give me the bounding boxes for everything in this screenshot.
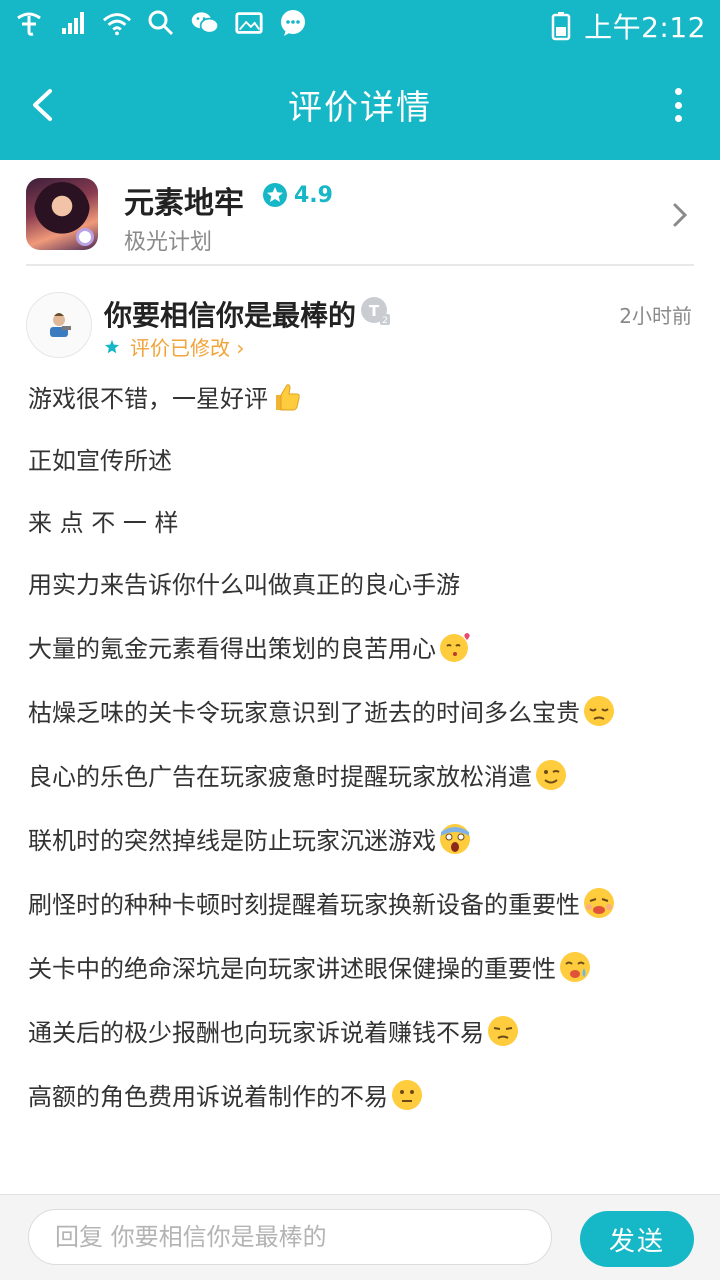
winking-emoji-icon bbox=[534, 758, 568, 792]
review-line: 高额的角色费用诉说着制作的不易 bbox=[28, 1078, 698, 1114]
game-badge-icon bbox=[76, 228, 94, 246]
review-line-text: 枯燥乏味的关卡令玩家意识到了逝去的时间多么宝贵 bbox=[28, 699, 580, 727]
review-line: 大量的氪金元素看得出策划的良苦用心 bbox=[28, 630, 698, 666]
review-line-text: 关卡中的绝命深坑是向玩家讲述眼保健操的重要性 bbox=[28, 955, 556, 983]
review-line-text: 正如宣传所述 bbox=[28, 447, 172, 475]
review-header: 你要相信你是最棒的 T2 2小时前 评价已修改 › bbox=[0, 266, 720, 366]
signal-icon bbox=[58, 8, 88, 38]
review-line-text: 联机时的突然掉线是防止玩家沉迷游戏 bbox=[28, 827, 436, 855]
search-icon bbox=[146, 8, 176, 38]
review-line: 通关后的极少报酬也向玩家诉说着赚钱不易 bbox=[28, 1014, 698, 1050]
svg-text:T: T bbox=[369, 302, 380, 320]
review-line: 游戏很不错，一星好评 bbox=[28, 380, 698, 416]
carrier-icon bbox=[14, 8, 44, 38]
small-star-icon bbox=[105, 339, 119, 353]
pensive-emoji-icon bbox=[582, 694, 616, 728]
review-line-text: 用实力来告诉你什么叫做真正的良心手游 bbox=[28, 571, 460, 599]
more-dot bbox=[674, 101, 682, 109]
review-line-text: 高额的角色费用诉说着制作的不易 bbox=[28, 1083, 388, 1111]
star-icon bbox=[263, 183, 287, 207]
app-bar: 评价详情 bbox=[0, 50, 720, 160]
review-line: 枯燥乏味的关卡令玩家意识到了逝去的时间多么宝贵 bbox=[28, 694, 698, 730]
page-title: 评价详情 bbox=[288, 88, 432, 128]
crying-emoji-icon bbox=[558, 950, 592, 984]
review-line-text: 来 点 不 一 样 bbox=[28, 509, 179, 537]
message-icon bbox=[278, 8, 308, 38]
review-line-text: 大量的氪金元素看得出策划的良苦用心 bbox=[28, 635, 436, 663]
battery-icon bbox=[546, 11, 576, 41]
neutral-emoji-icon bbox=[390, 1078, 424, 1112]
review-line: 关卡中的绝命深坑是向玩家讲述眼保健操的重要性 bbox=[28, 950, 698, 986]
edited-link[interactable]: 评价已修改 › bbox=[104, 332, 244, 361]
avatar[interactable] bbox=[26, 292, 92, 358]
edited-label: 评价已修改 › bbox=[130, 336, 245, 360]
game-rating: 4.9 bbox=[262, 182, 333, 208]
gallery-icon bbox=[234, 8, 264, 38]
review-line-text: 游戏很不错，一星好评 bbox=[28, 385, 268, 413]
review-line: 正如宣传所述 bbox=[28, 444, 698, 478]
review-line: 刷怪时的种种卡顿时刻提醒着玩家换新设备的重要性 bbox=[28, 886, 698, 922]
reply-input[interactable] bbox=[28, 1209, 552, 1265]
more-vertical-icon bbox=[674, 88, 682, 95]
review-time: 2小时前 bbox=[619, 304, 692, 328]
review-username[interactable]: 你要相信你是最棒的 bbox=[104, 294, 356, 334]
game-card[interactable]: 元素地牢 4.9 极光计划 bbox=[0, 160, 720, 265]
review-line: 来 点 不 一 样 bbox=[28, 506, 698, 540]
wifi-icon bbox=[102, 8, 132, 38]
game-icon bbox=[26, 178, 98, 250]
more-dot bbox=[674, 115, 682, 122]
rating-value: 4.9 bbox=[294, 182, 333, 208]
status-right: 上午2:12 bbox=[546, 6, 706, 46]
status-bar: 上午2:12 bbox=[0, 0, 720, 50]
sweat-emoji-icon bbox=[582, 886, 616, 920]
level-badge-icon: T2 bbox=[361, 297, 390, 326]
status-time: 上午2:12 bbox=[584, 11, 706, 44]
send-button[interactable]: 发送 bbox=[580, 1211, 694, 1267]
avatar-figure-icon bbox=[50, 313, 71, 337]
kissing-heart-emoji-icon bbox=[438, 630, 472, 664]
review-line-text: 刷怪时的种种卡顿时刻提醒着玩家换新设备的重要性 bbox=[28, 891, 580, 919]
thumbs-up-emoji-icon bbox=[270, 380, 304, 414]
unamused-emoji-icon bbox=[486, 1014, 520, 1048]
review-line: 良心的乐色广告在玩家疲惫时提醒玩家放松消遣 bbox=[28, 758, 698, 794]
status-icons bbox=[14, 8, 308, 38]
svg-text:2: 2 bbox=[382, 316, 388, 326]
game-developer: 极光计划 bbox=[124, 230, 213, 255]
more-button[interactable] bbox=[666, 88, 690, 122]
reply-bar: 发送 bbox=[0, 1194, 720, 1280]
chevron-right-icon bbox=[673, 203, 688, 227]
review-line: 联机时的突然掉线是防止玩家沉迷游戏 bbox=[28, 822, 698, 858]
review-line-text: 良心的乐色广告在玩家疲惫时提醒玩家放松消遣 bbox=[28, 763, 532, 791]
wechat-icon bbox=[190, 8, 220, 38]
game-name: 元素地牢 bbox=[124, 186, 244, 221]
screaming-emoji-icon bbox=[438, 822, 472, 856]
review-line: 用实力来告诉你什么叫做真正的良心手游 bbox=[28, 568, 698, 602]
review-body: 游戏很不错，一星好评 正如宣传所述来 点 不 一 样用实力来告诉你什么叫做真正的良… bbox=[28, 380, 698, 1142]
review-line-text: 通关后的极少报酬也向玩家诉说着赚钱不易 bbox=[28, 1019, 484, 1047]
